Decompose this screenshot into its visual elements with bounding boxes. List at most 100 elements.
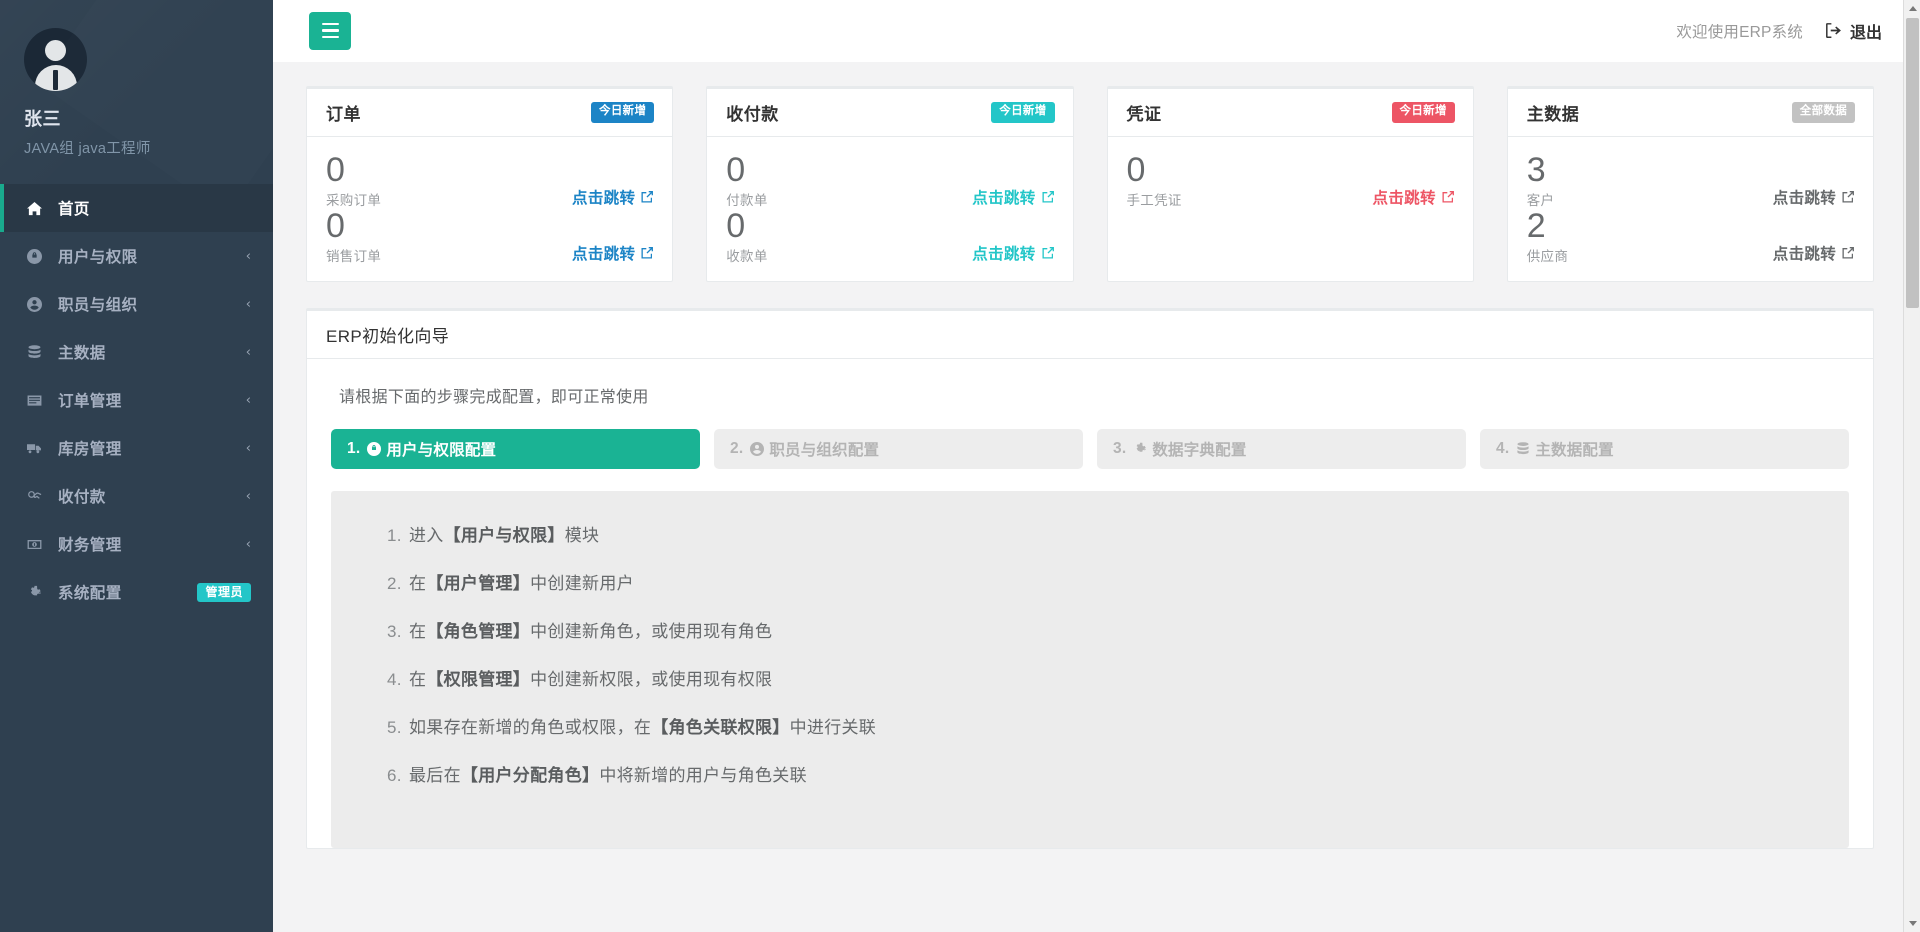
stat-card-header: 订单 今日新增 [307,89,673,137]
instruction-prefix: 在 [409,574,427,594]
wizard-step-number: 4. [1496,440,1510,457]
wizard-step-label: 主数据配置 [1535,442,1614,459]
hamburger-icon[interactable] [309,11,351,50]
vertical-scrollbar[interactable] [1903,0,1920,932]
stat-row: 3 客户 点击跳转 [1527,153,1855,209]
stat-value: 0 [326,207,346,246]
sidebar-item-label: 主数据 [58,345,106,362]
scrollbar-thumb[interactable] [1906,18,1919,308]
database-icon [27,344,49,360]
scroll-area: 订单 今日新增 0 采购订单 点击跳转 0 销售订单 点击跳转 收付款 今日新增 0 付款单 点击跳转 0… [273,62,1920,932]
caret-up-icon[interactable] [1904,0,1920,17]
sidebar-item-label: 首页 [58,201,90,218]
instruction-highlight: 【用户管理】 [426,574,531,594]
stat-value: 0 [1126,151,1146,190]
gear-icon [1133,442,1147,456]
topbar: 欢迎使用ERP系统 退出 [273,0,1920,62]
stat-card-body: 3 客户 点击跳转 2 供应商 点击跳转 [1508,137,1873,281]
wizard-step-label: 数据字典配置 [1152,442,1247,459]
instruction-item: 如果存在新增的角色或权限，在【角色关联权限】中进行关联 [371,717,1809,739]
wizard-step-1[interactable]: 1. 用户与权限配置 [331,429,700,469]
instruction-prefix: 在 [409,670,427,690]
jump-link[interactable]: 点击跳转 [1773,186,1855,208]
sidebar-item-8[interactable]: 财务管理 ‹ [0,520,273,568]
jump-link[interactable]: 点击跳转 [972,242,1054,264]
logout-label: 退出 [1849,24,1882,42]
external-link-icon [1041,190,1055,204]
instruction-suffix: 中创建新用户 [530,574,634,594]
instruction-item: 进入【用户与权限】模块 [371,525,1809,547]
instruction-item: 在【用户管理】中创建新用户 [371,573,1809,595]
content-area: 欢迎使用ERP系统 退出 订单 今日新增 0 采购订单 点击跳转 0 销售订单 点击跳转 收付款… [273,0,1920,932]
sidebar-item-5[interactable]: 订单管理 ‹ [0,376,273,424]
jump-link[interactable]: 点击跳转 [1773,242,1855,264]
sidebar-item-label: 库房管理 [58,441,122,458]
stat-value-group: 0 收款单 [726,209,767,265]
wizard-step-number: 2. [730,440,744,457]
wizard-step-2[interactable]: 2. 职员与组织配置 [714,429,1083,469]
stat-value-group: 3 客户 [1527,153,1555,209]
stat-card-header: 凭证 今日新增 [1107,89,1473,137]
sidebar-item-3[interactable]: 职员与组织 ‹ [0,280,273,328]
stat-row: 0 收款单 点击跳转 [726,209,1054,265]
instruction-highlight: 【用户与权限】 [443,526,565,545]
stat-card: 收付款 今日新增 0 付款单 点击跳转 0 收款单 点击跳转 [706,86,1074,282]
chevron-left-icon: ‹ [245,536,251,552]
wizard-instructions: 进入【用户与权限】模块 在【用户管理】中创建新用户 在【角色管理】中创建新角色，或使… [331,491,1849,848]
sidebar-item-label: 系统配置 [58,585,122,602]
status-badge: 全部数据 [1791,102,1855,123]
sidebar-item-1[interactable]: 首页 [0,184,273,232]
page-title: ERP初始化向导 [326,327,450,346]
wizard-step-3[interactable]: 3. 数据字典配置 [1097,429,1466,469]
chevron-left-icon: ‹ [245,392,251,408]
status-badge: 今日新增 [991,102,1055,123]
external-link-icon [640,190,654,204]
list-box-icon [27,393,49,408]
instruction-list: 进入【用户与权限】模块 在【用户管理】中创建新用户 在【角色管理】中创建新角色，或使… [371,525,1809,788]
database-icon [1516,442,1530,456]
instruction-suffix: 中创建新权限，或使用现有权限 [530,670,773,690]
instruction-suffix: 中进行关联 [789,718,877,738]
instruction-highlight: 【用户分配角色】 [460,766,600,786]
instruction-item: 在【权限管理】中创建新权限，或使用现有权限 [371,669,1809,691]
avatar [24,28,87,91]
stat-label: 收款单 [726,249,768,264]
instruction-highlight: 【角色管理】 [426,622,531,642]
instruction-prefix: 进入 [409,526,444,545]
sidebar-item-6[interactable]: 库房管理 ‹ [0,424,273,472]
wizard-step-4[interactable]: 4. 主数据配置 [1480,429,1849,469]
sidebar-item-7[interactable]: 收付款 ‹ [0,472,273,520]
stat-card-body: 0 采购订单 点击跳转 0 销售订单 点击跳转 [307,137,672,281]
sidebar-item-4[interactable]: 主数据 ‹ [0,328,273,376]
handshake-icon [27,489,49,504]
external-link-icon [640,246,654,260]
stat-row: 0 手工凭证 点击跳转 [1127,153,1455,209]
stat-label: 采购订单 [326,193,382,208]
instruction-suffix: 中将新增的用户与角色关联 [599,766,807,786]
stat-label: 销售订单 [326,249,382,264]
caret-down-icon[interactable] [1904,915,1920,932]
user-circle-icon [27,296,49,312]
stat-card: 订单 今日新增 0 采购订单 点击跳转 0 销售订单 点击跳转 [306,86,674,282]
sidebar-item-label: 财务管理 [58,537,122,554]
stat-card-header: 主数据 全部数据 [1507,89,1873,137]
sidebar-item-2[interactable]: 用户与权限 ‹ [0,232,273,280]
sign-out-icon [1825,22,1842,39]
jump-link[interactable]: 点击跳转 [1373,186,1455,208]
stat-value: 0 [726,151,746,190]
chevron-left-icon: ‹ [245,248,251,264]
stat-value: 0 [326,151,346,190]
sidebar-item-9[interactable]: 系统配置 管理员 [0,568,273,616]
jump-link[interactable]: 点击跳转 [572,242,654,264]
chevron-left-icon: ‹ [245,488,251,504]
stat-card-title: 订单 [326,105,361,124]
sidebar-profile[interactable]: 张三 JAVA组 java工程师 [0,0,273,184]
jump-link-label: 点击跳转 [1772,190,1836,207]
jump-link[interactable]: 点击跳转 [572,186,654,208]
chevron-left-icon: ‹ [245,296,251,312]
jump-link[interactable]: 点击跳转 [972,186,1054,208]
gear-icon [27,585,49,600]
wizard-steps: 1. 用户与权限配置 2. 职员与组织配置 3. 数据字典配置 4. 主数据配置 [331,429,1849,469]
stat-cards-row: 订单 今日新增 0 采购订单 点击跳转 0 销售订单 点击跳转 收付款 今日新增 0 付款单 点击跳转 0… [273,62,1920,282]
logout-button[interactable]: 退出 [1825,19,1882,43]
